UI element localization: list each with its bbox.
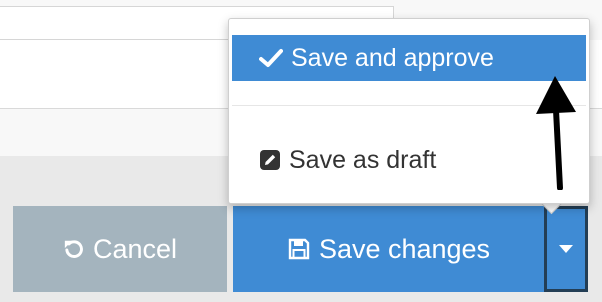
caret-down-icon bbox=[559, 245, 573, 253]
save-changes-label: Save changes bbox=[318, 233, 491, 264]
menu-item-label: Save as draft bbox=[289, 145, 437, 174]
checkmark-icon bbox=[259, 48, 283, 68]
menu-item-label: Save and approve bbox=[291, 43, 494, 72]
save-changes-button[interactable]: Save changes bbox=[233, 206, 544, 292]
cancel-button-label: Cancel bbox=[92, 233, 178, 264]
save-options-toggle[interactable] bbox=[544, 206, 588, 292]
floppy-disk-icon bbox=[287, 237, 311, 261]
undo-icon bbox=[63, 238, 85, 260]
cancel-button[interactable]: Cancel bbox=[13, 206, 227, 292]
annotation-arrow-icon bbox=[536, 76, 576, 190]
pencil-square-icon bbox=[259, 149, 281, 171]
